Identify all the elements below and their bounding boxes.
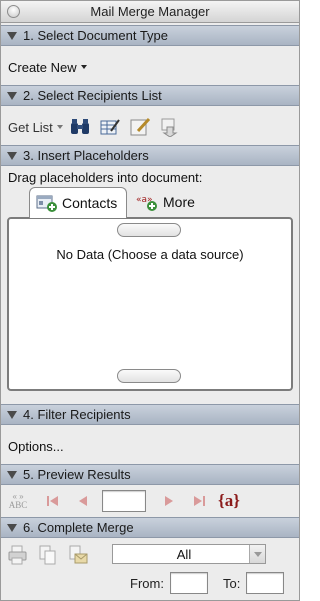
next-record-icon[interactable]: [160, 492, 178, 510]
section-title: 2. Select Recipients List: [23, 88, 162, 103]
disclosure-triangle-icon[interactable]: [7, 523, 17, 532]
dropdown-caret-icon: [80, 65, 87, 69]
disclosure-triangle-icon[interactable]: [7, 470, 17, 479]
tab-contacts-label: Contacts: [62, 195, 118, 211]
get-list-label: Get List: [8, 119, 53, 135]
create-new-menu[interactable]: Create New: [8, 60, 87, 75]
section-title: 1. Select Document Type: [23, 28, 169, 43]
disclosure-triangle-icon[interactable]: [7, 151, 17, 160]
tab-more-label: More: [163, 194, 195, 210]
record-number-field[interactable]: [102, 490, 146, 512]
chevron-down-icon[interactable]: [249, 545, 265, 563]
section-title: 3. Insert Placeholders: [23, 148, 149, 163]
title-bar[interactable]: Mail Merge Manager: [1, 1, 299, 23]
create-new-label: Create New: [8, 59, 77, 75]
more-placeholders-add-icon: «a»: [135, 192, 159, 212]
placeholders-instruction: Drag placeholders into document:: [8, 169, 203, 185]
get-list-menu[interactable]: Get List: [8, 120, 63, 135]
close-button[interactable]: [7, 5, 20, 18]
first-record-icon[interactable]: [44, 492, 62, 510]
placeholder-list-box[interactable]: No Data (Choose a data source): [7, 217, 293, 391]
edit-data-source-icon[interactable]: [99, 117, 121, 137]
from-field[interactable]: [169, 572, 208, 594]
view-merged-data-icon[interactable]: « » ABC: [6, 492, 30, 510]
merge-to-new-document-icon[interactable]: [37, 545, 59, 565]
previous-record-icon[interactable]: [74, 492, 92, 510]
to-field[interactable]: [246, 572, 285, 594]
section-header-select-recipients-list[interactable]: 2. Select Recipients List: [1, 85, 299, 106]
disclosure-triangle-icon[interactable]: [7, 91, 17, 100]
binoculars-icon[interactable]: [69, 117, 91, 137]
section-title: 6. Complete Merge: [23, 520, 134, 535]
edit-list-icon[interactable]: [129, 117, 151, 137]
merge-range-select[interactable]: All: [112, 544, 266, 564]
merge-to-printer-icon[interactable]: [7, 545, 29, 565]
placeholder-tabs: Contacts «a» More No Data (Choose a data…: [7, 187, 293, 399]
merge-to-email-icon[interactable]: [67, 545, 89, 565]
view-merged-abc-label: ABC: [8, 500, 28, 510]
scroll-up-handle[interactable]: [117, 223, 181, 237]
import-arrow-icon[interactable]: [159, 117, 181, 137]
mail-merge-manager-panel: Mail Merge Manager 1. Select Document Ty…: [0, 0, 300, 601]
merge-range-value: All: [176, 546, 192, 562]
tab-contacts[interactable]: Contacts: [29, 187, 127, 218]
section-title: 4. Filter Recipients: [23, 407, 131, 422]
section-header-insert-placeholders[interactable]: 3. Insert Placeholders: [1, 145, 299, 166]
section-header-complete-merge[interactable]: 6. Complete Merge: [1, 517, 299, 538]
disclosure-triangle-icon[interactable]: [7, 31, 17, 40]
to-label: To:: [223, 575, 241, 591]
section-title: 5. Preview Results: [23, 467, 131, 482]
scroll-down-handle[interactable]: [117, 369, 181, 383]
no-data-message: No Data (Choose a data source): [56, 247, 244, 262]
dropdown-caret-icon: [56, 125, 63, 129]
options-button[interactable]: Options...: [8, 439, 64, 454]
section-header-select-document-type[interactable]: 1. Select Document Type: [1, 25, 299, 46]
window-title: Mail Merge Manager: [90, 4, 210, 19]
last-record-icon[interactable]: [190, 492, 208, 510]
tab-more[interactable]: «a» More: [129, 187, 209, 217]
disclosure-triangle-icon[interactable]: [7, 410, 17, 419]
from-label: From:: [130, 575, 164, 591]
insert-merge-field-icon[interactable]: {a}: [218, 491, 240, 511]
section-header-preview-results[interactable]: 5. Preview Results: [1, 464, 299, 485]
section-header-filter-recipients[interactable]: 4. Filter Recipients: [1, 404, 299, 425]
contacts-add-icon: [36, 193, 58, 213]
